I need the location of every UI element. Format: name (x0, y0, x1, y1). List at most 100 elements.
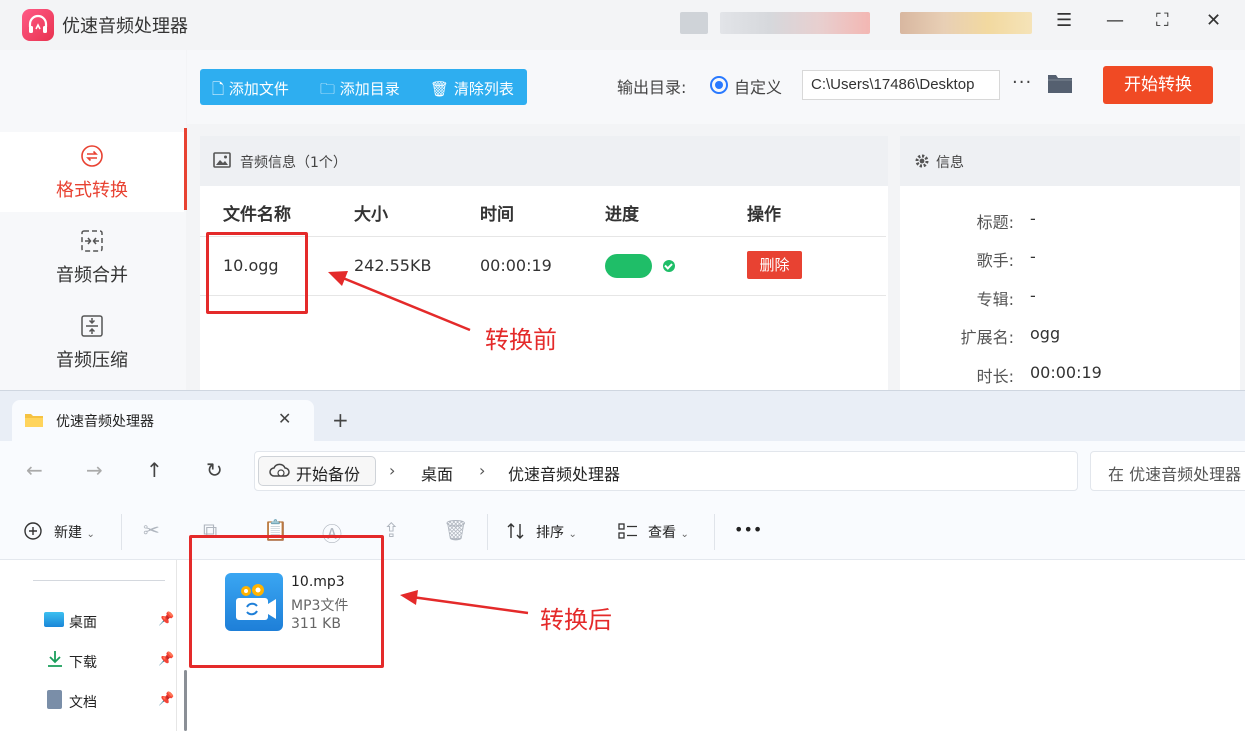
divider (121, 514, 122, 550)
back-arrow-icon[interactable]: ← (26, 458, 43, 482)
add-file-button[interactable]: 🗋 添加文件 (212, 78, 289, 104)
merge-icon (80, 229, 104, 253)
info-key-album: 专辑: (976, 290, 1014, 309)
delete-button[interactable]: 删除 (747, 251, 802, 279)
sidebar-item-audio-merge[interactable]: 音频合并 (0, 217, 184, 297)
column-header-time: 时间 (480, 205, 514, 225)
delete-icon[interactable]: 🗑 (443, 518, 468, 542)
refresh-icon[interactable]: ↻ (206, 458, 223, 482)
close-icon[interactable]: ✕ (1206, 10, 1221, 31)
column-header-progress: 进度 (605, 205, 639, 225)
active-indicator (184, 128, 187, 210)
more-button[interactable]: ••• (734, 520, 762, 539)
info-value-artist: - (1030, 247, 1036, 266)
sidebar-item-audio-compress[interactable]: 音频压缩 (0, 302, 184, 382)
gear-icon (914, 153, 930, 173)
search-placeholder: 在 优速音频处理器 (1108, 465, 1242, 484)
explorer-tab-title: 优速音频处理器 (56, 414, 154, 430)
minimize-icon[interactable]: — (1106, 10, 1124, 31)
column-header-size: 大小 (354, 205, 388, 225)
address-bar[interactable] (254, 451, 1078, 491)
more-options-button[interactable]: ··· (1012, 72, 1032, 93)
file-action-group: 🗋 添加文件 🗀 添加目录 🗑 清除列表 (200, 69, 527, 105)
start-convert-button[interactable]: 开始转换 (1103, 66, 1213, 104)
nav-item-documents[interactable]: 文档 (69, 692, 97, 712)
view-icon[interactable] (618, 523, 638, 543)
annotation-arrow-after (400, 590, 529, 615)
custom-dir-radio[interactable] (710, 76, 728, 94)
blurred-region (720, 12, 870, 34)
pin-icon[interactable]: 📌 (158, 612, 174, 627)
pin-icon[interactable]: 📌 (158, 652, 174, 667)
menu-icon[interactable]: ☰ (1056, 10, 1072, 31)
chevron-right-icon[interactable]: › (389, 461, 395, 480)
blurred-avatar-region (900, 12, 1032, 34)
breadcrumb-folder[interactable]: 优速音频处理器 (508, 461, 620, 485)
info-value-album: - (1030, 286, 1036, 305)
info-key-duration: 时长: (976, 367, 1014, 386)
info-key-title: 标题: (976, 213, 1014, 232)
forward-arrow-icon[interactable]: → (86, 458, 103, 482)
clear-list-button[interactable]: 🗑 清除列表 (430, 78, 514, 99)
tab-close-icon[interactable]: ✕ (278, 409, 291, 428)
output-path-input[interactable]: C:\Users\17486\Desktop (802, 70, 1000, 100)
progress-bar (605, 254, 652, 278)
new-label: 新建 (54, 525, 82, 541)
open-folder-icon[interactable] (1047, 72, 1073, 98)
sidebar-item-label: 格式转换 (56, 180, 128, 201)
info-value-duration: 00:00:19 (1030, 363, 1102, 382)
new-plus-icon[interactable] (24, 522, 42, 544)
column-header-action: 操作 (747, 205, 781, 225)
up-arrow-icon[interactable]: ↑ (146, 458, 163, 482)
annotation-arrow-before (328, 271, 471, 332)
nav-item-downloads[interactable]: 下载 (69, 652, 97, 672)
info-key-artist: 歌手: (976, 251, 1014, 270)
divider (714, 514, 715, 550)
info-value-extension: ogg (1030, 324, 1061, 343)
info-panel-title: 信息 (936, 155, 964, 171)
swap-circle-icon (80, 144, 104, 168)
documents-icon (47, 690, 62, 709)
divider (487, 514, 488, 550)
scrollbar[interactable] (184, 670, 187, 731)
download-icon (46, 650, 64, 672)
annotation-box-after (189, 535, 384, 668)
clear-list-label: 清除列表 (453, 80, 514, 98)
check-icon (663, 260, 675, 272)
breadcrumb-home-label: 开始备份 (296, 465, 361, 484)
breadcrumb-desktop[interactable]: 桌面 (421, 461, 453, 485)
output-dir-label: 输出目录: (617, 78, 687, 97)
row-file-time: 00:00:19 (480, 256, 552, 275)
compress-icon (80, 314, 104, 338)
add-directory-button[interactable]: 🗀 添加目录 (320, 78, 400, 104)
desktop-icon (44, 612, 64, 627)
audio-info-title: 音频信息（1个） (240, 155, 347, 171)
nav-item-desktop[interactable]: 桌面 (69, 612, 97, 632)
view-label: 查看 (648, 525, 676, 541)
divider (33, 580, 165, 581)
add-directory-label: 添加目录 (339, 80, 400, 98)
maximize-icon[interactable]: ⛶ (1156, 10, 1169, 31)
column-header-name: 文件名称 (223, 205, 291, 225)
add-file-label: 添加文件 (228, 80, 289, 98)
sort-button[interactable]: 排序 ⌄ (536, 522, 577, 542)
info-value-title: - (1030, 209, 1036, 228)
annotation-before-label: 转换前 (485, 326, 557, 354)
view-button[interactable]: 查看 ⌄ (648, 522, 689, 542)
cut-icon[interactable]: ✂ (143, 518, 160, 542)
chevron-right-icon[interactable]: › (479, 461, 485, 480)
sort-icon[interactable] (506, 522, 526, 544)
annotation-box-before (206, 232, 308, 314)
custom-dir-radio-label[interactable]: 自定义 (734, 74, 782, 98)
new-button[interactable]: 新建 ⌄ (54, 522, 95, 542)
sort-label: 排序 (536, 525, 564, 541)
sidebar-item-format-convert[interactable]: 格式转换 (0, 132, 184, 212)
new-tab-button[interactable]: + (332, 408, 349, 432)
pin-icon[interactable]: 📌 (158, 692, 174, 707)
sidebar-item-label: 音频合并 (56, 265, 128, 286)
image-icon (213, 152, 231, 172)
app-logo-icon (22, 9, 54, 41)
app-window: 优速音频处理器 ☰ — ⛶ ✕ 格式转换 音频合并 音频压缩 🗋 添加文件 🗀 … (0, 0, 1245, 731)
sidebar-item-label: 音频压缩 (56, 350, 128, 371)
share-icon[interactable]: ⇪ (383, 518, 400, 542)
